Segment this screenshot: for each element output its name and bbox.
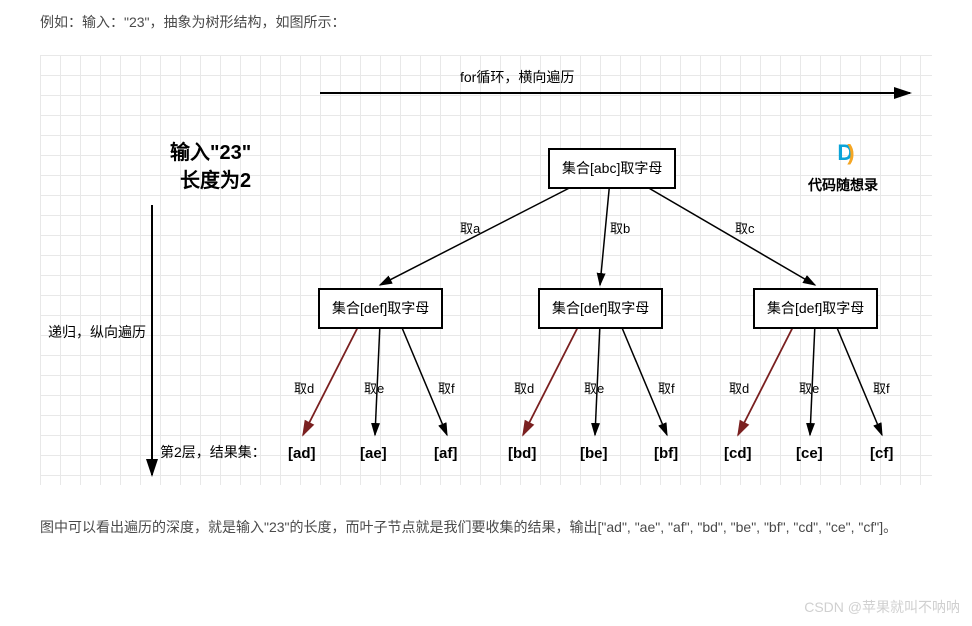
edge-b: 取b: [610, 217, 630, 240]
logo-icon: D): [837, 140, 848, 165]
brand-text: 代码随想录: [808, 179, 878, 194]
leaf-ad: [ad]: [288, 440, 316, 467]
edge-c: 取c: [735, 217, 755, 240]
diagram-arrows: [40, 55, 932, 485]
leaf-ce: [ce]: [796, 440, 823, 467]
leaf-cf: [cf]: [870, 440, 893, 467]
mid-node-2: 集合[def]取字母: [538, 288, 663, 329]
edge-f-3: 取f: [873, 377, 890, 400]
edge-d-1: 取d: [294, 377, 314, 400]
leaf-ae: [ae]: [360, 440, 387, 467]
conclusion-text: 图中可以看出遍历的深度，就是输入"23"的长度，而叶子节点就是我们要收集的结果，…: [40, 515, 932, 540]
edge-d-3: 取d: [729, 377, 749, 400]
edge-e-2: 取e: [584, 377, 604, 400]
intro-text: 例如：输入："23"，抽象为树形结构，如图所示：: [40, 10, 932, 35]
leaf-cd: [cd]: [724, 440, 752, 467]
side-label: 递归，纵向遍历: [48, 320, 146, 345]
leaf-af: [af]: [434, 440, 457, 467]
mid-node-3: 集合[def]取字母: [753, 288, 878, 329]
result-row-label: 第2层，结果集：: [160, 440, 266, 465]
edge-d-2: 取d: [514, 377, 534, 400]
tree-diagram: for循环，横向遍历 输入"23" 长度为2 递归，纵向遍历 集合[abc]取字…: [40, 55, 932, 485]
leaf-bf: [bf]: [654, 440, 678, 467]
edge-e-1: 取e: [364, 377, 384, 400]
brand-logo: D) 代码随想录: [808, 133, 878, 199]
top-arrow-label: for循环，横向遍历: [460, 65, 574, 90]
csdn-watermark: CSDN @苹果就叫不呐呐: [804, 595, 960, 620]
leaf-bd: [bd]: [508, 440, 536, 467]
input-title-line2: 长度为2: [180, 163, 251, 199]
edge-e-3: 取e: [799, 377, 819, 400]
leaf-be: [be]: [580, 440, 608, 467]
root-node: 集合[abc]取字母: [548, 148, 676, 189]
mid-node-1: 集合[def]取字母: [318, 288, 443, 329]
edge-f-2: 取f: [658, 377, 675, 400]
edge-f-1: 取f: [438, 377, 455, 400]
edge-a: 取a: [460, 217, 480, 240]
